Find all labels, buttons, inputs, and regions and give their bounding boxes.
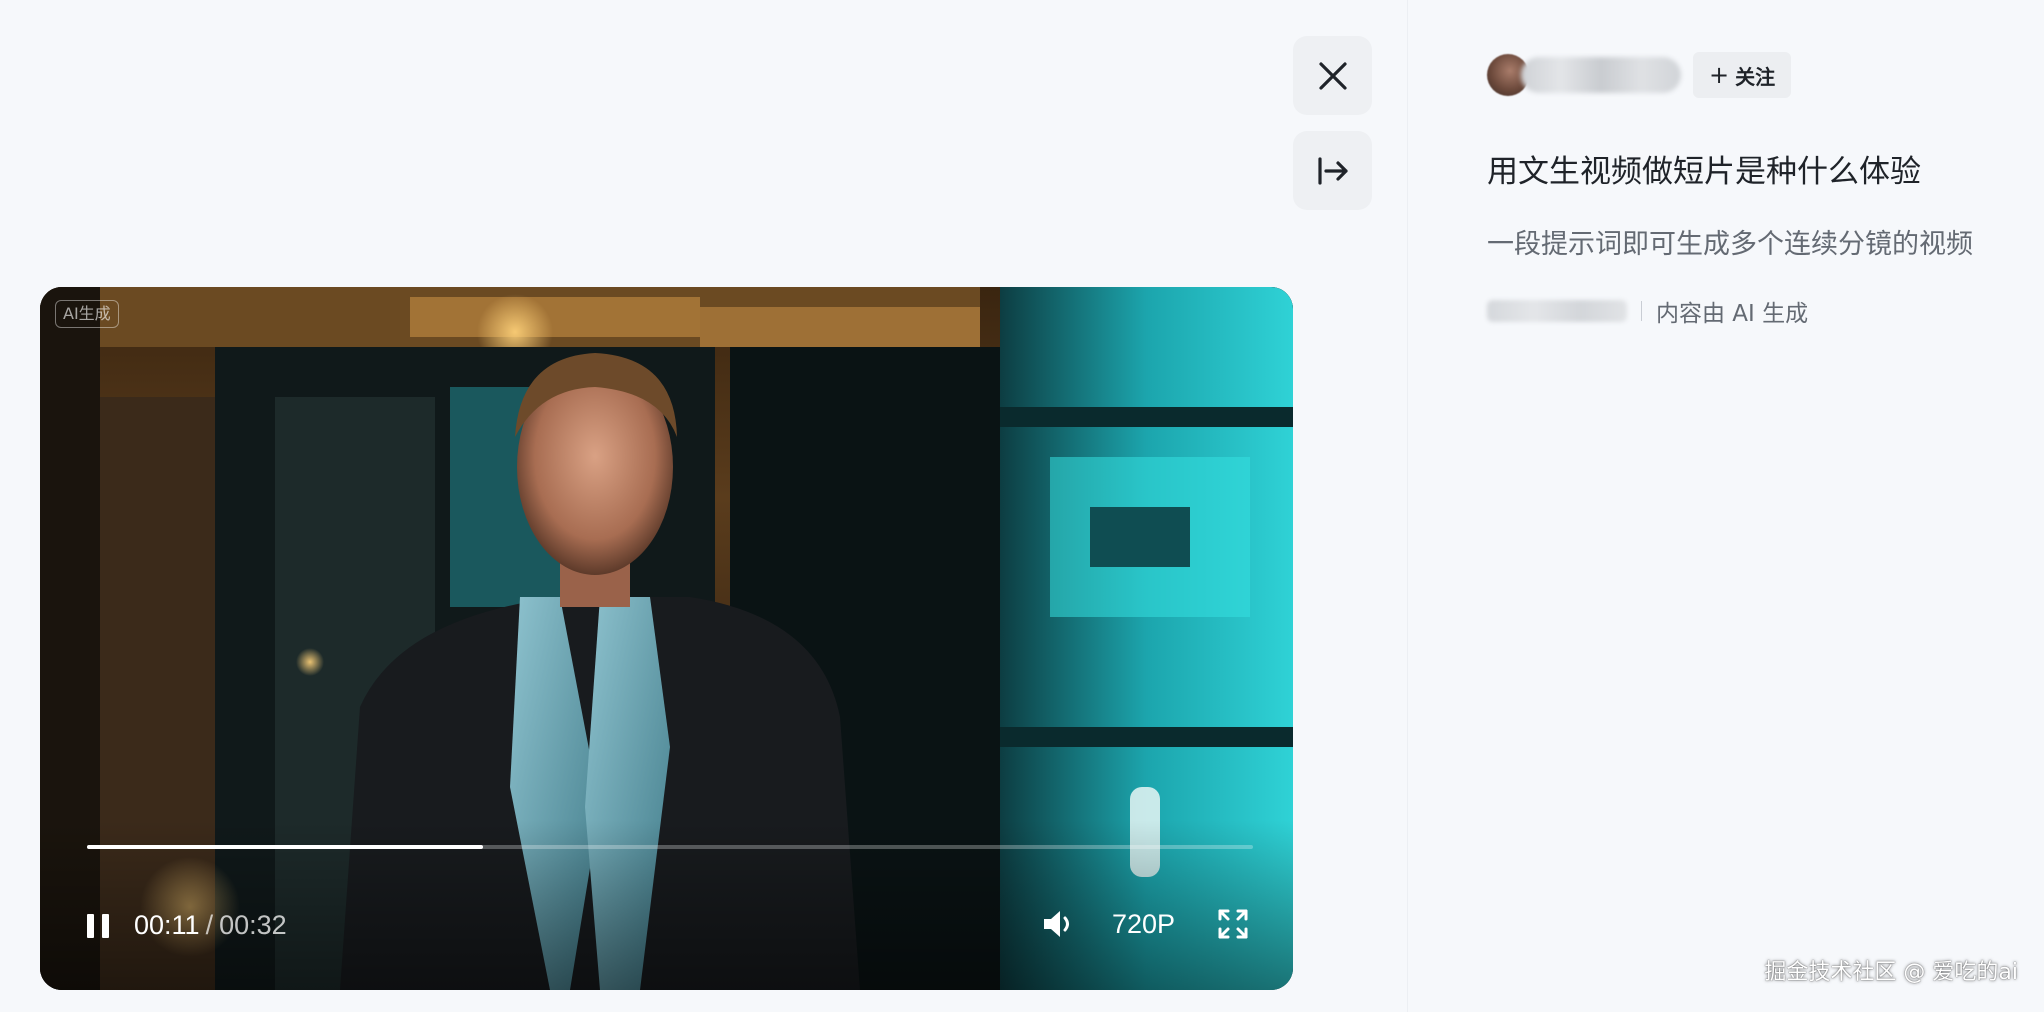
close-icon bbox=[1318, 61, 1347, 90]
ai-content-note: 内容由 AI 生成 bbox=[1656, 301, 1809, 327]
fullscreen-icon bbox=[1218, 909, 1248, 939]
collapse-panel-button[interactable] bbox=[1293, 131, 1372, 210]
time-display: 00:11/00:32 bbox=[134, 909, 287, 941]
volume-icon bbox=[1044, 911, 1069, 937]
video-detail-page: AI生成 00:11/00:32 720P + 关注 用文生视频做短片是种什么体… bbox=[0, 0, 2044, 1012]
ai-generated-tag: AI生成 bbox=[55, 300, 119, 328]
post-meta: 内容由 AI 生成 bbox=[1487, 294, 1808, 328]
post-description: 一段提示词即可生成多个连续分镜的视频 bbox=[1487, 229, 1973, 260]
close-button[interactable] bbox=[1293, 36, 1372, 115]
meta-separator bbox=[1641, 301, 1642, 321]
pause-icon-bar bbox=[102, 914, 109, 938]
quality-selector[interactable]: 720P bbox=[1112, 908, 1175, 940]
author-row: + 关注 bbox=[1487, 52, 1792, 98]
progress-played bbox=[87, 845, 484, 849]
post-title: 用文生视频做短片是种什么体验 bbox=[1487, 154, 1921, 190]
pause-button[interactable] bbox=[82, 907, 116, 941]
volume-button[interactable] bbox=[1041, 907, 1081, 941]
follow-button[interactable]: + 关注 bbox=[1693, 52, 1792, 98]
time-separator: / bbox=[205, 910, 214, 940]
follow-label: 关注 bbox=[1735, 64, 1776, 89]
plus-icon: + bbox=[1709, 61, 1730, 89]
fullscreen-button[interactable] bbox=[1216, 907, 1250, 941]
pause-icon bbox=[87, 914, 94, 938]
panel-divider bbox=[1407, 0, 1408, 1012]
collapse-panel-icon bbox=[1317, 156, 1348, 185]
current-time: 00:11 bbox=[134, 910, 200, 940]
watermark: 掘金技术社区 @ 爱吃的ai bbox=[1764, 960, 2018, 985]
progress-bar[interactable] bbox=[87, 845, 1253, 849]
publish-date bbox=[1487, 300, 1627, 322]
author-name[interactable] bbox=[1521, 57, 1681, 93]
duration: 00:32 bbox=[219, 910, 287, 940]
control-bar: 00:11/00:32 720P bbox=[40, 899, 1293, 949]
video-player[interactable]: AI生成 00:11/00:32 720P bbox=[40, 287, 1293, 990]
